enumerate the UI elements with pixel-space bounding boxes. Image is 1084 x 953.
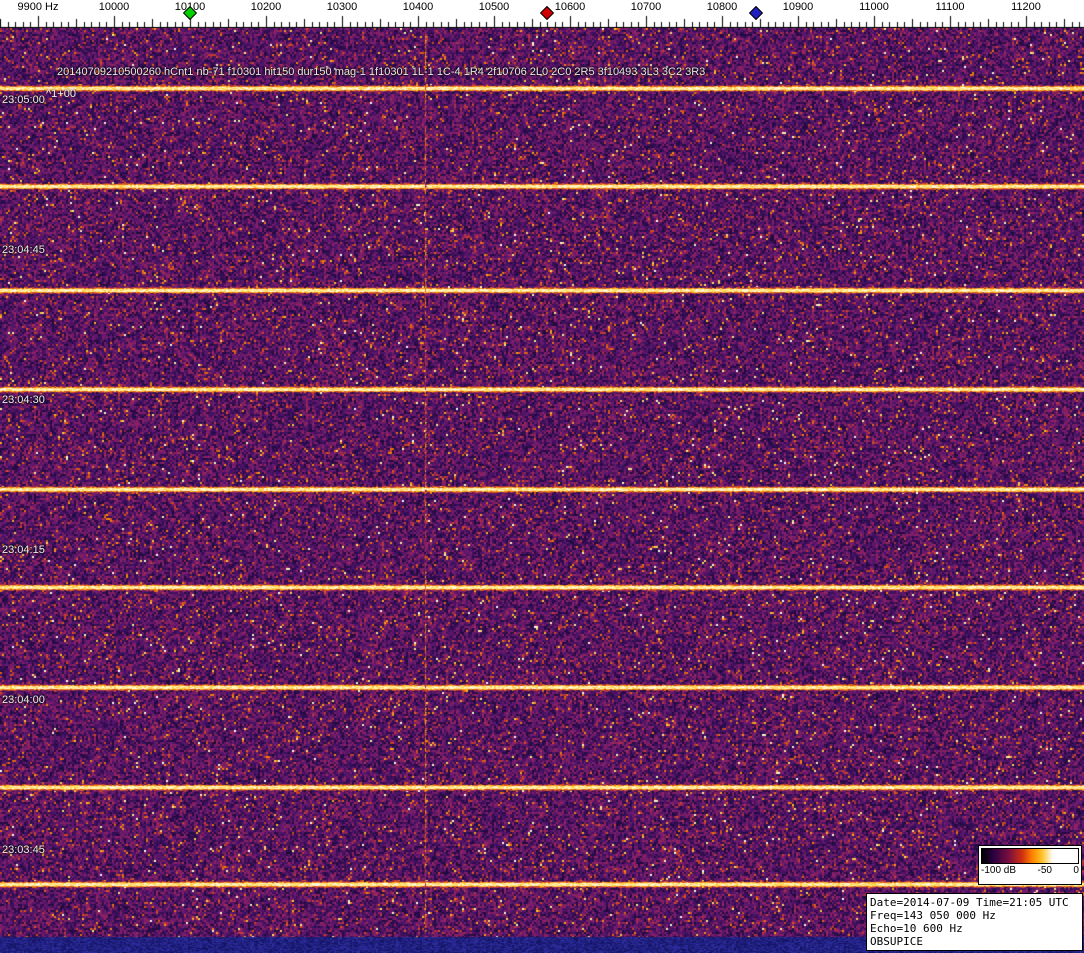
spectrogram-waterfall: 20140709210500260 hCnt1 nb-71 f10301 hit…	[0, 28, 1084, 953]
freq-tick-label: 11200	[1011, 1, 1041, 13]
info-echo: Echo=10 600 Hz	[870, 922, 963, 935]
freq-tick-label: 10900	[782, 1, 814, 13]
time-label: 23:04:30	[2, 394, 45, 406]
freq-tick-label: 11000	[859, 1, 889, 13]
time-label: 23:04:00	[2, 694, 45, 706]
time-label: 23:04:15	[2, 544, 45, 556]
freq-tick-label: 10000	[98, 1, 130, 13]
freq-tick-label: 10500	[478, 1, 510, 13]
spectrogram-app: 9900 Hz100001010010200103001040010500106…	[0, 0, 1084, 953]
colorbar-min-label: -100 dB	[981, 865, 1017, 876]
freq-tick-label: 10600	[554, 1, 586, 13]
frequency-ruler: 9900 Hz100001010010200103001040010500106…	[0, 0, 1084, 28]
freq-tick-label: 10700	[630, 1, 662, 13]
time-label: 23:04:45	[2, 244, 45, 256]
freq-tick-label: 10400	[402, 1, 434, 13]
spectrogram-canvas	[0, 28, 1084, 953]
cursor-marker: ^1+00	[46, 88, 76, 100]
intensity-colorbar: -100 dB -50 0	[978, 845, 1082, 885]
time-label: 23:03:45	[2, 844, 45, 856]
info-date-time: Date=2014-07-09 Time=21:05 UTC	[870, 896, 1069, 909]
freq-tick-label: 11100	[935, 1, 965, 13]
info-station: OBSUPICE	[870, 935, 923, 948]
freq-tick-label: 10800	[706, 1, 738, 13]
info-frequency: Freq=143 050 000 Hz	[870, 909, 996, 922]
colorbar-max-label: 0	[1073, 865, 1079, 876]
time-label: 23:05:00	[2, 94, 45, 106]
event-annotation: 20140709210500260 hCnt1 nb-71 f10301 hit…	[57, 66, 706, 78]
freq-tick-label: 10300	[326, 1, 358, 13]
observation-info-box: Date=2014-07-09 Time=21:05 UTC Freq=143 …	[866, 893, 1083, 951]
colorbar-gradient	[981, 848, 1079, 864]
colorbar-labels: -100 dB -50 0	[979, 864, 1081, 876]
colorbar-mid-label: -50	[1037, 865, 1052, 876]
freq-tick-label: 9900 Hz	[17, 1, 59, 13]
freq-tick-label: 10200	[250, 1, 282, 13]
